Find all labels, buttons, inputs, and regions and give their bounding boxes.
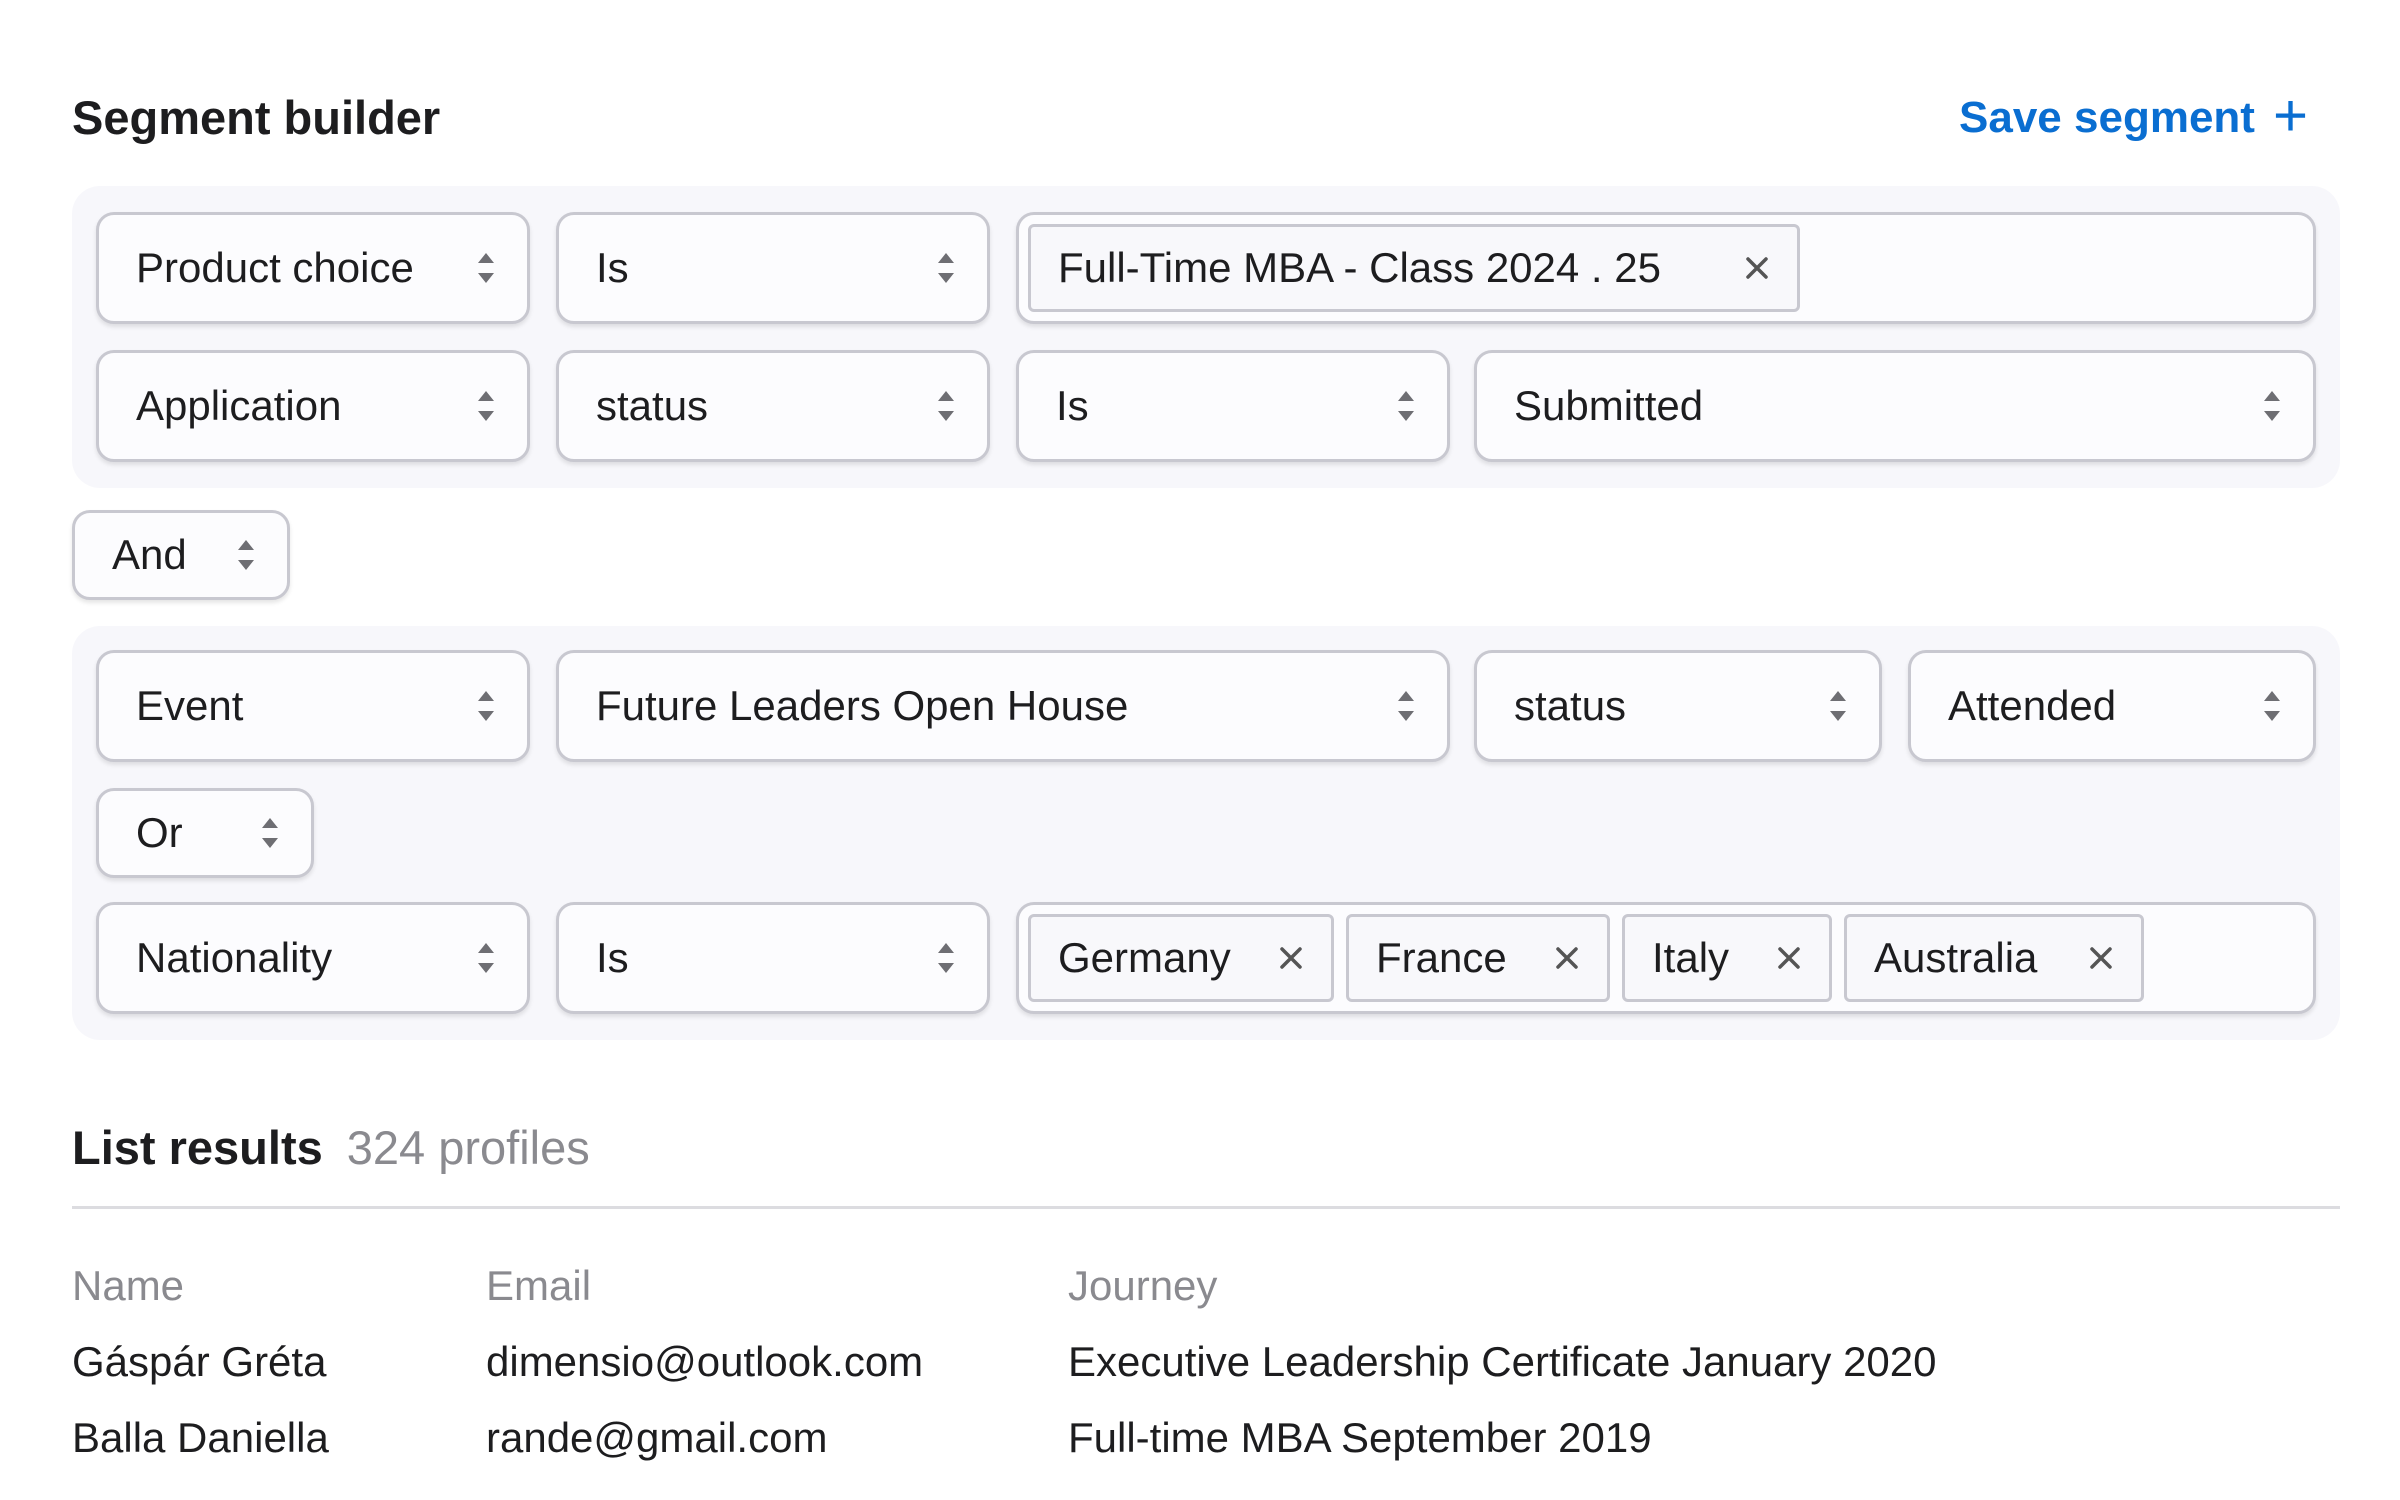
plus-icon: + <box>2272 82 2308 149</box>
operator-select-is[interactable]: Is <box>556 212 990 324</box>
tag-label: Australia <box>1874 934 2038 981</box>
condition-group-2: Event Future Leaders Open House status A… <box>72 626 2340 1040</box>
connector-label: And <box>112 531 187 578</box>
attribute-select-label: status <box>1514 682 1627 729</box>
tag-full-time-mba: Full-Time MBA - Class 2024 . 25 <box>1028 224 1800 312</box>
sort-arrows-icon <box>938 943 954 973</box>
field-select-label: Application <box>136 382 342 429</box>
operator-select-label: Is <box>596 244 629 291</box>
field-select-product-choice[interactable]: Product choice <box>96 212 530 324</box>
sort-arrows-icon <box>478 391 494 421</box>
field-select-label: Nationality <box>136 934 333 981</box>
sort-arrows-icon <box>1398 391 1414 421</box>
sort-arrows-icon <box>938 391 954 421</box>
results-heading: List results 324 profiles <box>72 1118 590 1178</box>
field-select-label: Product choice <box>136 244 414 291</box>
product-tag-input[interactable]: Full-Time MBA - Class 2024 . 25 <box>1016 212 2316 324</box>
field-select-label: Event <box>136 682 244 729</box>
sort-arrows-icon <box>2264 391 2280 421</box>
operator-select-is[interactable]: Is <box>1016 350 1450 462</box>
column-header-email[interactable]: Email <box>486 1258 591 1314</box>
page-title: Segment builder <box>72 91 441 144</box>
column-header-journey[interactable]: Journey <box>1068 1258 1217 1314</box>
sort-arrows-icon <box>478 943 494 973</box>
row-connector-select[interactable]: Or <box>96 788 314 878</box>
tag-label: Full-Time MBA - Class 2024 . 25 <box>1058 244 1661 291</box>
sort-arrows-icon <box>478 253 494 283</box>
group-connector-select[interactable]: And <box>72 510 290 600</box>
value-select-label: Attended <box>1948 682 2117 729</box>
sort-arrows-icon <box>1398 691 1414 721</box>
attribute-select-status[interactable]: status <box>1474 650 1882 762</box>
value-select-label: Submitted <box>1514 382 1704 429</box>
column-header-name[interactable]: Name <box>72 1258 184 1314</box>
results-title: List results <box>72 1121 323 1174</box>
tag-label: France <box>1376 934 1507 981</box>
nationality-tag-input[interactable]: Germany France Italy Australia <box>1016 902 2316 1014</box>
tag-label: Italy <box>1652 934 1730 981</box>
header: Segment builder Save segment + <box>72 82 2308 149</box>
results-count: 324 profiles <box>346 1121 590 1174</box>
value-select-attended[interactable]: Attended <box>1908 650 2316 762</box>
close-icon[interactable] <box>1553 944 1581 972</box>
table-row-1-email: dimensio@outlook.com <box>486 1338 924 1385</box>
table-row-2-name[interactable]: Balla Daniella <box>72 1410 329 1466</box>
operator-select-label: Is <box>596 934 629 981</box>
event-name-select[interactable]: Future Leaders Open House <box>556 650 1450 762</box>
operator-select-label: Is <box>1056 382 1089 429</box>
table-row-2-journey: Full-time MBA September 2019 <box>1068 1414 1652 1461</box>
tag-label: Germany <box>1058 934 1231 981</box>
sort-arrows-icon <box>2264 691 2280 721</box>
close-icon[interactable] <box>1277 944 1305 972</box>
event-name-label: Future Leaders Open House <box>596 682 1129 729</box>
results-divider <box>72 1206 2340 1209</box>
field-select-nationality[interactable]: Nationality <box>96 902 530 1014</box>
sort-arrows-icon <box>1830 691 1846 721</box>
table-row-1-name[interactable]: Gáspár Gréta <box>72 1334 326 1390</box>
condition-group-1: Product choice Is Full-Time MBA - Class … <box>72 186 2340 488</box>
table-row-2-email: rande@gmail.com <box>486 1414 828 1461</box>
tag-australia: Australia <box>1844 914 2144 1002</box>
field-select-application[interactable]: Application <box>96 350 530 462</box>
sort-arrows-icon <box>938 253 954 283</box>
close-icon[interactable] <box>1775 944 1803 972</box>
connector-label: Or <box>136 809 183 856</box>
save-segment-button[interactable]: Save segment + <box>1959 82 2308 149</box>
close-icon[interactable] <box>1743 254 1771 282</box>
attribute-select-status[interactable]: status <box>556 350 990 462</box>
tag-italy: Italy <box>1622 914 1832 1002</box>
value-select-submitted[interactable]: Submitted <box>1474 350 2316 462</box>
field-select-event[interactable]: Event <box>96 650 530 762</box>
table-row-1-journey: Executive Leadership Certificate January… <box>1068 1338 1937 1385</box>
sort-arrows-icon <box>262 818 278 848</box>
tag-germany: Germany <box>1028 914 1334 1002</box>
save-segment-label: Save segment <box>1959 93 2255 142</box>
close-icon[interactable] <box>2087 944 2115 972</box>
operator-select-is[interactable]: Is <box>556 902 990 1014</box>
sort-arrows-icon <box>238 540 254 570</box>
attribute-select-label: status <box>596 382 709 429</box>
tag-france: France <box>1346 914 1610 1002</box>
sort-arrows-icon <box>478 691 494 721</box>
